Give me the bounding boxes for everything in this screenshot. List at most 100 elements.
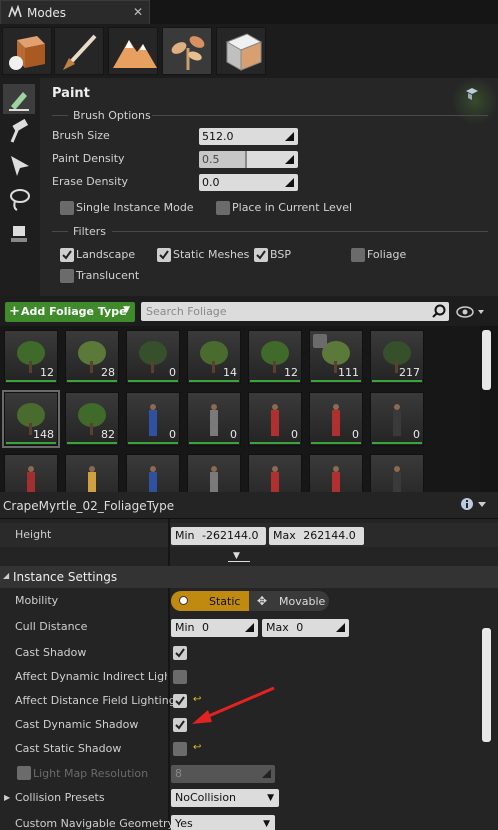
expand-arrow-icon[interactable]: ▶: [4, 793, 10, 802]
details-scrollbar[interactable]: [482, 628, 491, 742]
cull-max-field[interactable]: Max 0: [262, 619, 349, 637]
foliage-type-tile[interactable]: [248, 454, 302, 492]
foliage-type-tile[interactable]: 0: [187, 392, 241, 446]
paint-mode-button[interactable]: [54, 27, 104, 75]
foliage-type-tile[interactable]: 0: [370, 392, 424, 446]
active-indicator: [372, 380, 422, 382]
character-thumbnail: [27, 466, 35, 492]
character-thumbnail: [393, 466, 401, 492]
brush-size-label: Brush Size: [52, 129, 110, 142]
active-indicator: [128, 442, 178, 444]
foliage-filter-checkbox[interactable]: [351, 248, 365, 262]
height-min-field[interactable]: Min -262144.0: [171, 527, 266, 545]
foliage-type-tile[interactable]: 217: [370, 330, 424, 384]
cast-shadow-checkbox[interactable]: [173, 646, 187, 660]
paint-density-label: Paint Density: [52, 152, 125, 165]
max-label: Max: [266, 621, 289, 634]
foliage-type-tile[interactable]: 0: [126, 392, 180, 446]
custom-nav-geometry-dropdown[interactable]: Yes ▼: [171, 815, 275, 830]
height-label: Height: [15, 528, 52, 541]
selected-object-name: CrapeMyrtle_02_FoliageType: [3, 499, 175, 513]
active-indicator: [372, 442, 422, 444]
foliage-type-tile[interactable]: 28: [65, 330, 119, 384]
close-icon[interactable]: ✕: [133, 5, 143, 19]
divider: [228, 561, 250, 562]
add-foliage-type-button[interactable]: + Add Foliage Type ▼: [5, 302, 135, 322]
bsp-filter-checkbox[interactable]: [254, 248, 268, 262]
cull-min-field[interactable]: Min 0: [171, 619, 258, 637]
place-mode-button[interactable]: [2, 27, 52, 75]
foliage-type-tile[interactable]: 12: [4, 330, 58, 384]
search-foliage-input[interactable]: Search Foliage: [141, 302, 449, 321]
instance-settings-header[interactable]: ◢ Instance Settings: [0, 566, 498, 588]
foliage-type-tile[interactable]: [187, 454, 241, 492]
foliage-type-tile[interactable]: 12: [248, 330, 302, 384]
light-map-override-checkbox[interactable]: [17, 766, 31, 780]
reset-to-default-icon[interactable]: ↩: [193, 742, 201, 753]
lasso-icon: [10, 189, 30, 211]
mobility-label: Mobility: [15, 594, 59, 607]
collision-presets-label: Collision Presets: [15, 791, 105, 804]
light-map-resolution-field[interactable]: 8: [171, 765, 275, 783]
mobility-movable-option[interactable]: ✥ Movable: [251, 591, 329, 611]
tile-checkbox[interactable]: [313, 334, 327, 348]
static-meshes-filter-checkbox[interactable]: [157, 248, 171, 262]
affect-dynamic-indirect-checkbox[interactable]: [173, 670, 187, 684]
info-icon[interactable]: [460, 497, 488, 514]
landscape-filter-checkbox[interactable]: [60, 248, 74, 262]
foliage-type-tile[interactable]: 111: [309, 330, 363, 384]
erase-density-field[interactable]: 0.0: [199, 174, 298, 191]
erase-density-value: 0.0: [202, 176, 220, 189]
place-current-level-checkbox[interactable]: [216, 201, 230, 215]
panel-title: Paint: [52, 86, 90, 101]
expand-advanced-icon[interactable]: ▼: [233, 551, 240, 561]
select-tool-button[interactable]: [3, 150, 35, 180]
foliage-type-tile[interactable]: [126, 454, 180, 492]
lasso-tool-button[interactable]: [3, 184, 35, 214]
paint-tool-button[interactable]: [3, 84, 35, 114]
foliage-type-tile[interactable]: 0: [126, 330, 180, 384]
section-title: Instance Settings: [13, 570, 118, 584]
paint-density-field[interactable]: 0.5: [199, 151, 298, 168]
resize-icon: [285, 178, 294, 187]
static-meshes-filter-label: Static Meshes: [173, 248, 250, 261]
character-thumbnail: [271, 466, 279, 492]
custom-nav-geometry-label: Custom Navigable Geometry: [15, 817, 175, 830]
single-instance-checkbox[interactable]: [60, 201, 74, 215]
foliage-type-tile[interactable]: [65, 454, 119, 492]
foliage-type-tile[interactable]: 0: [248, 392, 302, 446]
geometry-mode-button[interactable]: [216, 27, 266, 75]
landscape-filter-label: Landscape: [76, 248, 136, 261]
divider: [152, 115, 488, 116]
grid-scrollbar[interactable]: [482, 330, 491, 390]
foliage-type-tile[interactable]: 148: [2, 390, 60, 448]
landscape-mode-button[interactable]: [108, 27, 158, 75]
fill-tool-button[interactable]: [3, 218, 35, 248]
cast-static-shadow-checkbox[interactable]: [173, 742, 187, 756]
affect-dynamic-indirect-label: Affect Dynamic Indirect Lighting: [15, 670, 167, 683]
resize-icon: [285, 155, 294, 164]
foliage-type-tile[interactable]: [4, 454, 58, 492]
brush-size-field[interactable]: 512.0: [199, 128, 298, 145]
divider: [0, 518, 498, 519]
cast-dynamic-shadow-checkbox[interactable]: [173, 718, 187, 732]
foliage-mode-button[interactable]: [162, 27, 212, 75]
foliage-type-tile[interactable]: [309, 454, 363, 492]
affect-distance-field-checkbox[interactable]: [173, 694, 187, 708]
translucent-filter-checkbox[interactable]: [60, 269, 74, 283]
window-tab[interactable]: Modes ✕: [0, 0, 150, 24]
search-placeholder: Search Foliage: [146, 305, 227, 318]
foliage-filter-label: Foliage: [367, 248, 407, 261]
active-indicator: [250, 442, 300, 444]
foliage-type-tile[interactable]: [370, 454, 424, 492]
foliage-type-tile[interactable]: 82: [65, 392, 119, 446]
foliage-type-tile[interactable]: 0: [309, 392, 363, 446]
help-book-icon[interactable]: [464, 86, 480, 105]
mobility-static-option[interactable]: Static: [171, 591, 249, 611]
foliage-type-tile[interactable]: 14: [187, 330, 241, 384]
height-max-field[interactable]: Max 262144.0: [269, 527, 364, 545]
reapply-tool-button[interactable]: [3, 116, 35, 146]
eye-view-options-icon[interactable]: [456, 304, 486, 323]
brush-size-value: 512.0: [202, 130, 234, 143]
collision-presets-dropdown[interactable]: NoCollision ▼: [171, 789, 279, 807]
